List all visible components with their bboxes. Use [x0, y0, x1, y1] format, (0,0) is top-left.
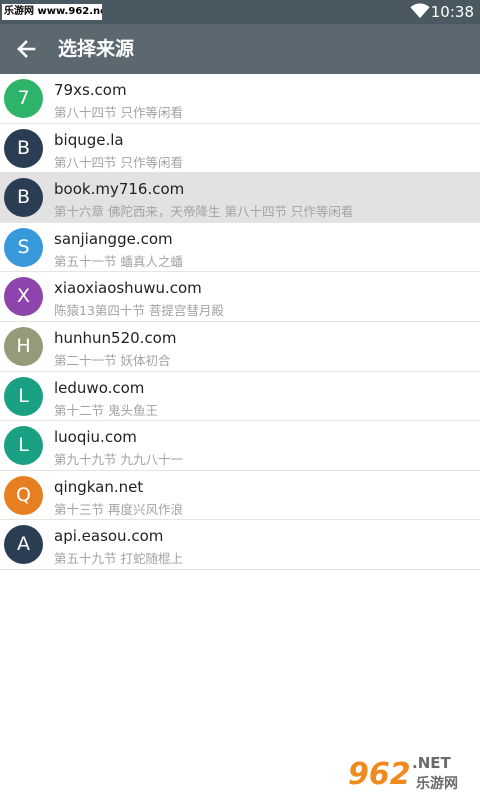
avatar: X [4, 277, 43, 317]
list-item[interactable]: Ssanjiangge.com 第五十一节 蟠真人之蟠 [0, 222, 480, 273]
source-domain: sanjiangge.com [54, 229, 173, 248]
watermark-top: 乐游网 www.962.net [2, 4, 102, 20]
list-item[interactable]: Bbook.my716.com 第十六章 佛陀西来，天帝降生 第八十四节 只作等闲… [0, 173, 480, 223]
back-button[interactable] [6, 28, 48, 70]
source-domain: api.easou.com [54, 527, 164, 546]
avatar: Q [4, 475, 43, 515]
latest-chapter: 陈猿13第四十节 菩提宫彗月殿 [54, 303, 224, 319]
source-domain: qingkan.net [54, 477, 144, 496]
list-item[interactable]: Lleduwo.com 第十二节 鬼头鱼王 [0, 371, 480, 422]
latest-chapter: 第十六章 佛陀西来，天帝降生 第八十四节 只作等闲看 [54, 204, 354, 220]
source-domain: 79xs.com [54, 81, 127, 99]
watermark-name: 乐游网 [416, 775, 458, 792]
latest-chapter: 第二十一节 妖体初合 [54, 352, 171, 368]
avatar: H [4, 326, 43, 366]
list-item[interactable]: Hhunhun520.com 第二十一节 妖体初合 [0, 321, 480, 372]
status-bar: 乐游网 www.962.net 10:38 [0, 0, 480, 24]
source-domain: leduwo.com [54, 378, 145, 397]
source-domain: luoqiu.com [54, 428, 137, 447]
source-domain: xiaoxiaoshuwu.com [54, 279, 202, 298]
arrow-left-icon [17, 40, 36, 58]
watermark-number: 962 [348, 757, 411, 792]
latest-chapter: 第五十九节 打蛇随棍上 [54, 551, 183, 567]
source-domain: biquge.la [54, 130, 124, 149]
watermark-suffix: .NET [412, 754, 451, 772]
app-bar: 选择来源 [0, 24, 480, 74]
avatar: A [4, 525, 43, 565]
wifi-icon [410, 3, 430, 19]
avatar: S [4, 227, 43, 267]
latest-chapter: 第八十四节 只作等闲看 [54, 105, 183, 120]
avatar: B [4, 178, 43, 218]
source-list: 7 79xs.com 第八十四节 只作等闲看 Bbiquge.la 第八十四节 只作等闲… [0, 74, 480, 570]
latest-chapter: 第十三节 再度兴风作浪 [54, 501, 183, 517]
source-domain: book.my716.com [54, 180, 185, 199]
avatar: 7 [4, 79, 43, 118]
avatar: B [4, 128, 43, 168]
list-item[interactable]: 7 79xs.com 第八十四节 只作等闲看 [0, 74, 480, 124]
latest-chapter: 第八十四节 只作等闲看 [54, 154, 183, 170]
page-title: 选择来源 [58, 38, 135, 60]
watermark-logo: 962 .NET 乐游网 [342, 748, 476, 794]
latest-chapter: 第十二节 鬼头鱼王 [54, 402, 158, 418]
avatar: L [4, 376, 43, 416]
status-time: 10:38 [430, 3, 474, 21]
list-item[interactable]: Aapi.easou.com 第五十九节 打蛇随棍上 [0, 520, 480, 570]
list-item[interactable]: Xxiaoxiaoshuwu.com 陈猿13第四十节 菩提宫彗月殿 [0, 272, 480, 322]
latest-chapter: 第五十一节 蟠真人之蟠 [54, 253, 183, 269]
source-domain: hunhun520.com [54, 328, 177, 347]
avatar: L [4, 426, 43, 466]
list-item[interactable]: Lluoqiu.com 第九十九节 九九八十一 [0, 421, 480, 471]
latest-chapter: 第九十九节 九九八十一 [54, 452, 183, 468]
list-item[interactable]: Bbiquge.la 第八十四节 只作等闲看 [0, 123, 480, 174]
list-item[interactable]: Qqingkan.net 第十三节 再度兴风作浪 [0, 470, 480, 521]
